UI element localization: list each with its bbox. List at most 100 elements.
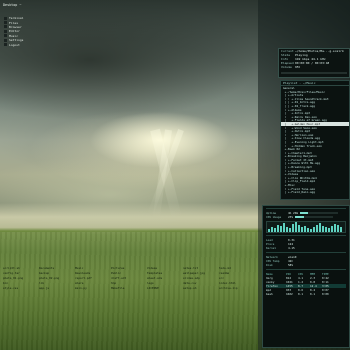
desktop-file-item[interactable]: bin — [3, 281, 39, 285]
desktop-file-item[interactable]: Documents — [39, 266, 75, 270]
desktop-file-item[interactable]: Templates — [147, 271, 183, 275]
cpu-graph-bar — [340, 227, 342, 232]
sysmon-row: CPU Usage 23% — [263, 215, 349, 219]
desktop-file-item[interactable]: photo_01.png — [3, 276, 39, 280]
cpu-graph-bar — [283, 223, 285, 232]
sysmon-value: 23% — [288, 215, 294, 219]
sysmon-key: Kernel — [266, 246, 277, 250]
process-cell: 1602 — [286, 292, 293, 296]
desktop-file-item[interactable]: tmp — [111, 281, 147, 285]
process-cell: 0.1 — [310, 292, 316, 296]
cpu-graph — [266, 221, 346, 233]
sysmon-value: 4.15 — [288, 246, 295, 250]
cpu-graph-bar — [292, 224, 294, 232]
cpu-graph-bar — [322, 226, 324, 232]
launcher-item-label: Terminal — [9, 16, 24, 21]
playlist-tree[interactable]: Playlist - ~/Music General +-/home/Hrev/… — [280, 80, 350, 200]
desktop-file-item[interactable]: readme — [219, 271, 255, 275]
launcher-item-label: Music — [9, 33, 19, 38]
music-info-panel: Current ~/home/Photos/Ma...g.scalrk State P… — [278, 48, 350, 78]
desktop-file-item[interactable]: LICENSE — [147, 286, 183, 290]
desktop-file-item[interactable]: Downloads — [75, 271, 111, 275]
desktop-file-item[interactable]: style.css — [3, 286, 39, 290]
music-progress-track — [281, 72, 347, 74]
launcher-item-label: Settings — [9, 38, 24, 43]
desktop-file-item[interactable]: config.tar — [3, 271, 39, 275]
cpu-graph-bar — [268, 229, 270, 232]
sysmon-bar-track — [295, 216, 334, 218]
sysmon-divider — [266, 235, 346, 236]
cpu-graph-bar — [298, 225, 300, 232]
desktop-file-item[interactable]: archive.zip — [219, 286, 255, 290]
desktop-file-item[interactable]: Public — [111, 271, 147, 275]
process-row[interactable]: bash 1602 0.1 0.1 0:00 — [266, 292, 346, 296]
launcher-item-icon — [4, 25, 7, 29]
desktop-file-item[interactable]: report.pdf — [75, 276, 111, 280]
cpu-graph-bar — [286, 227, 288, 232]
cpu-graph-bar — [277, 225, 279, 232]
music-info-row: Volume 95% — [279, 65, 349, 69]
desktop-file-item[interactable]: setup.sh — [183, 286, 219, 290]
sysmon-key: CPU Usage — [266, 215, 282, 219]
launcher-item[interactable]: Logout — [4, 42, 34, 47]
cpu-graph-bar — [280, 226, 282, 232]
cpu-graph-bar — [325, 227, 327, 232]
desktop-file-item[interactable]: main.py — [75, 286, 111, 290]
cpu-graph-bar — [271, 227, 273, 232]
cpu-graph-bar — [316, 225, 318, 232]
desktop-file-item[interactable]: Music — [75, 266, 111, 270]
music-info-value: 95% — [295, 65, 301, 69]
desktop-file-item[interactable]: share — [75, 281, 111, 285]
desktop-file-item[interactable]: notes.txt — [183, 266, 219, 270]
sysmon-bar-fill — [300, 212, 308, 214]
desktop-file-item[interactable]: slides.odp — [183, 276, 219, 280]
desktop-file-item[interactable]: Makefile — [111, 286, 147, 290]
cpu-graph-bar — [274, 228, 276, 232]
cpu-graph-bar — [334, 224, 336, 232]
desktop-file-item[interactable]: logs — [147, 281, 183, 285]
cpu-graph-bar — [307, 228, 309, 232]
cpu-graph-bar — [319, 223, 321, 232]
launcher-item-icon — [4, 16, 7, 20]
playlist-lines: General +-/home/Hrev/Files/Music | +-Art… — [281, 86, 349, 194]
desktop-file-item[interactable]: scriptt.sh — [3, 266, 39, 270]
cpu-graph-bar — [304, 226, 306, 232]
cpu-graph-bar — [295, 222, 297, 232]
launcher-menu: Terminal Files Browser Editor Music Settings L… — [4, 16, 34, 47]
sysmon-divider — [266, 252, 346, 253]
sysmon-bar-fill — [295, 216, 304, 218]
sysmon-row: Disk 58% — [263, 263, 349, 267]
launcher-item-label: Editor — [9, 29, 20, 34]
music-info-key: Volume — [281, 65, 292, 69]
playlist-entry[interactable]: | +-Field_Rain.ogg — [281, 190, 349, 194]
desktop-file-item[interactable]: lib — [39, 281, 75, 285]
process-cell: bash — [266, 292, 273, 296]
desktop-file-item[interactable]: src — [219, 276, 255, 280]
desktop-file-item[interactable]: app.js — [39, 286, 75, 290]
cpu-graph-bar — [289, 228, 291, 232]
sysmon-value: 58% — [288, 263, 294, 267]
desktop-file-item[interactable]: backup — [39, 271, 75, 275]
desktop-file-item[interactable]: sheet.ods — [147, 276, 183, 280]
desktop-file-item[interactable]: Pictures — [111, 266, 147, 270]
launcher-item-icon — [4, 43, 7, 47]
cpu-graph-bar — [313, 227, 315, 232]
sysmon-row: Kernel 4.15 — [263, 246, 349, 250]
launcher-item-icon — [4, 21, 7, 25]
desktop-file-item[interactable]: draft.odt — [111, 276, 147, 280]
launcher-item-label: Browser — [9, 24, 22, 29]
launcher-item-icon — [4, 34, 7, 38]
system-monitor: Uptime 4h 20m CPU Usage 23% Load 0.31 Procs 124… — [262, 205, 350, 348]
desktop-file-item[interactable]: Videos — [147, 266, 183, 270]
desktop-file-item[interactable]: wallpaper.jpg — [183, 271, 219, 275]
sysmon-divider — [266, 208, 346, 209]
process-cell: 0:00 — [322, 292, 329, 296]
desktop-file-item[interactable]: todo.md — [219, 266, 255, 270]
launcher-item-icon — [4, 38, 7, 42]
desktop-file-item[interactable]: data.csv — [183, 281, 219, 285]
sysmon-divider — [266, 269, 346, 270]
desktop-file-item[interactable]: index.html — [219, 281, 255, 285]
desktop-file-item[interactable]: photo_02.png — [39, 276, 75, 280]
launcher-item-icon — [4, 29, 7, 33]
sysmon-key: Disk — [266, 263, 273, 267]
